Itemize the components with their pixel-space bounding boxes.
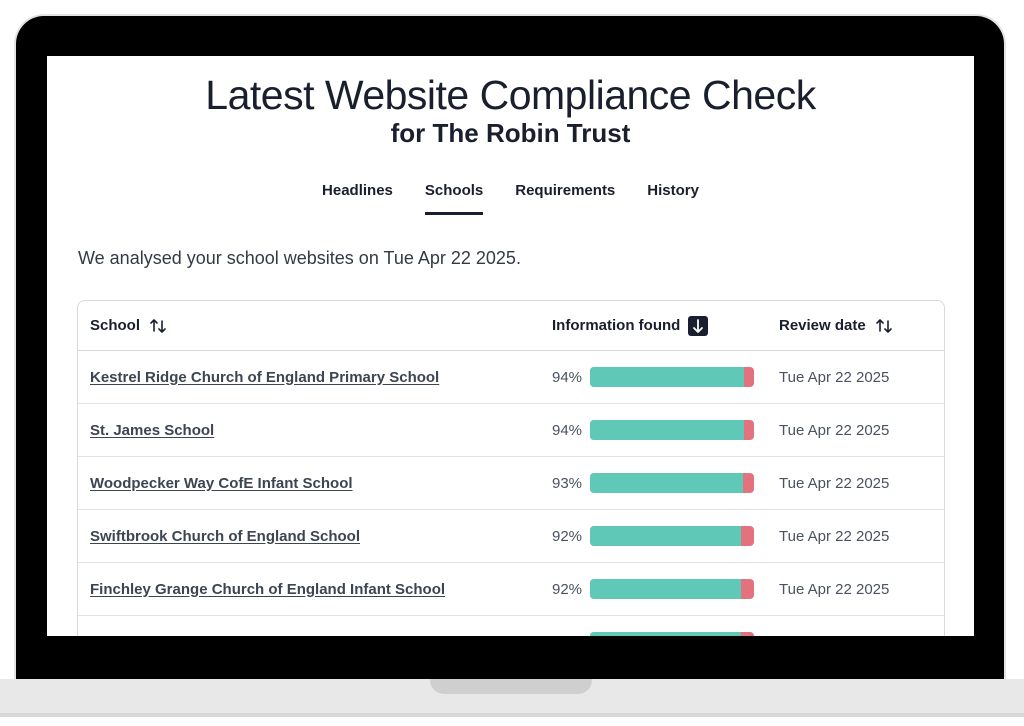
info-column-header[interactable]: Information found [552,301,709,350]
table-row: St. James School 94% Tue Apr 22 2025 [78,404,944,457]
info-progress-fill [590,367,745,387]
table-header-row: School Information found Review date [78,301,944,351]
info-progress-fill [590,632,741,636]
school-link[interactable]: Swiftbrook Church of England School [90,528,360,545]
info-progress-fill [590,420,745,440]
tab-history[interactable]: History [647,182,699,215]
info-progress-bar [590,632,754,636]
arrow-down-icon[interactable] [688,315,709,336]
info-progress-bar [590,526,754,546]
schools-table: School Information found Review date Kes… [77,300,945,636]
info-percent: 92% [552,527,583,545]
info-progress-bar [590,420,754,440]
info-percent: 94% [552,368,583,386]
date-column-label: Review date [779,317,866,334]
browser-screen: Latest Website Compliance Check for The … [47,56,974,636]
info-percent: 92% [552,580,583,598]
tab-requirements[interactable]: Requirements [515,182,615,215]
info-progress-fill [590,473,743,493]
school-column-label: School [90,317,141,334]
intro-text: We analysed your school websites on Tue … [78,248,521,268]
table-row: Swiftbrook Church of England School 92% … [78,510,944,563]
table-row: Kestrel Ridge Church of England Primary … [78,351,944,404]
info-progress-bar [590,579,754,599]
tab-headlines[interactable]: Headlines [322,182,393,215]
info-progress-fill [590,526,741,546]
review-date: Tue Apr 22 2025 [779,474,890,492]
table-row: Finchley Grange Church of England Infant… [78,563,944,616]
tab-bar: Headlines Schools Requirements History [47,182,974,215]
school-link[interactable]: St. James School [90,422,214,439]
table-row [78,616,944,636]
info-progress-bar [590,367,754,387]
laptop-notch [430,679,592,694]
school-column-header[interactable]: School [90,301,168,350]
info-progress-bar [590,473,754,493]
info-percent: 93% [552,474,583,492]
info-progress-fill [590,579,741,599]
page-title: Latest Website Compliance Check [205,72,816,118]
tab-schools[interactable]: Schools [424,182,484,215]
info-column-label: Information found [552,317,681,334]
sort-updown-icon[interactable] [874,316,894,336]
school-link[interactable]: Finchley Grange Church of England Infant… [90,581,445,598]
table-row: Woodpecker Way CofE Infant School 93% Tu… [78,457,944,510]
review-date: Tue Apr 22 2025 [779,580,890,598]
review-date: Tue Apr 22 2025 [779,368,890,386]
review-date: Tue Apr 22 2025 [779,527,890,545]
review-date: Tue Apr 22 2025 [779,421,890,439]
page-subtitle: for The Robin Trust [390,118,631,148]
date-column-header[interactable]: Review date [779,301,894,350]
sort-updown-icon[interactable] [148,316,168,336]
info-percent: 94% [552,421,583,439]
school-link[interactable]: Woodpecker Way CofE Infant School [90,475,353,492]
school-link[interactable]: Kestrel Ridge Church of England Primary … [90,369,439,386]
